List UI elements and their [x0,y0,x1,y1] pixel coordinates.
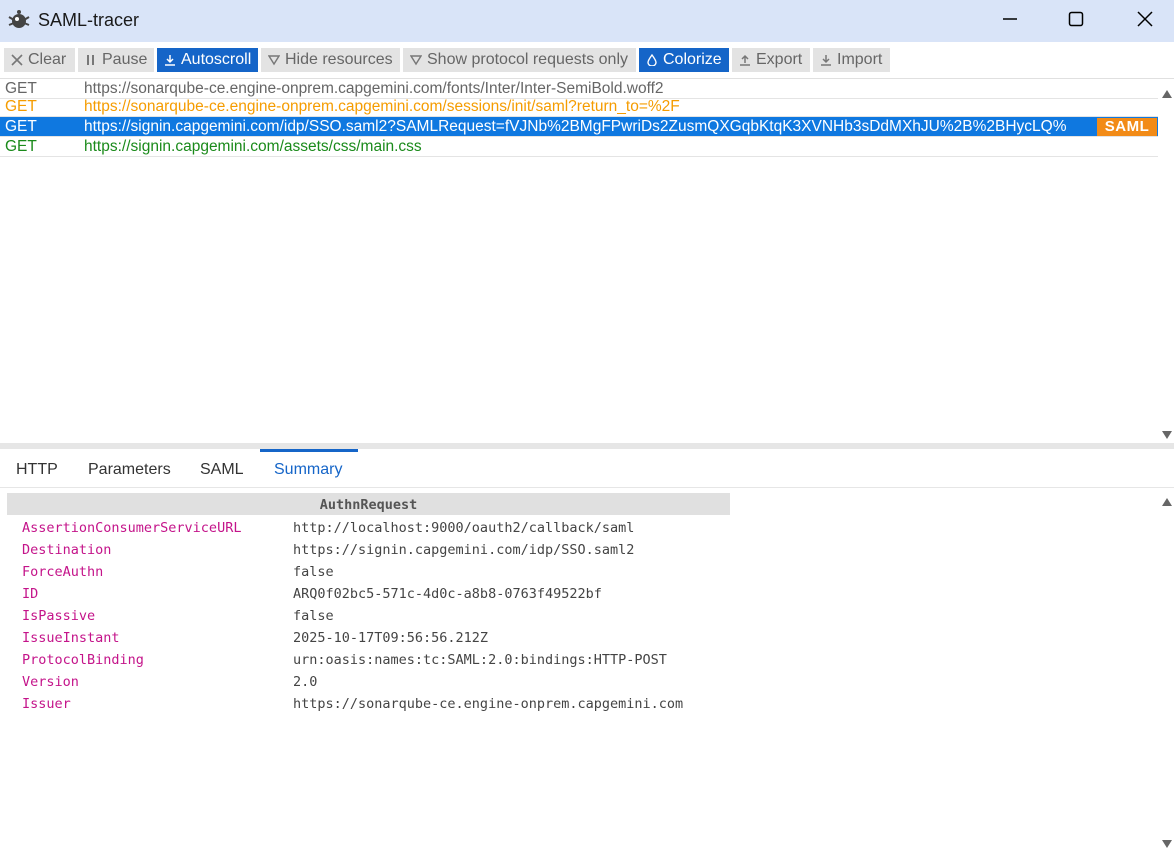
summary-header: AuthnRequest [7,493,730,515]
request-row[interactable]: GET https://signin.capgemini.com/assets/… [0,137,1158,157]
tracer-logo-icon [6,9,32,31]
request-url: https://signin.capgemini.com/assets/css/… [84,138,422,155]
summary-key: IsPassive [22,608,96,624]
close-button[interactable] [1122,0,1168,42]
filter-icon [409,53,423,67]
hide-resources-button[interactable]: Hide resources [261,48,400,72]
summary-value: http://localhost:9000/oauth2/callback/sa… [293,520,635,536]
title-bar: SAML-tracer [0,0,1174,42]
scroll-down-icon[interactable] [1161,836,1173,848]
filter-icon [267,53,281,67]
request-method: GET [5,138,37,155]
summary-value: https://signin.capgemini.com/idp/SSO.sam… [293,542,635,558]
toolbar: Clear Pause Autoscroll Hide resources Sh… [0,42,1174,79]
summary-key: IssueInstant [22,630,120,646]
maximize-button[interactable] [1053,0,1099,42]
pause-icon [84,53,98,67]
minimize-button[interactable] [987,0,1033,42]
download-icon [163,53,177,67]
request-row-selected[interactable]: GET https://signin.capgemini.com/idp/SSO… [0,117,1158,137]
summary-key: ForceAuthn [22,564,104,580]
summary-key: ProtocolBinding [22,652,144,668]
summary-key: Issuer [22,696,71,712]
autoscroll-button[interactable]: Autoscroll [157,48,258,72]
scroll-down-icon[interactable] [1161,427,1173,439]
clear-button[interactable]: Clear [4,48,75,72]
detail-tabs: HTTP Parameters SAML Summary [0,449,1174,488]
tab-parameters[interactable]: Parameters [74,449,185,487]
request-method: GET [5,118,37,135]
summary-value: https://sonarqube-ce.engine-onprem.capge… [293,696,684,712]
export-button[interactable]: Export [732,48,810,72]
summary-value: false [293,564,334,580]
show-protocol-requests-button[interactable]: Show protocol requests only [403,48,636,72]
request-method: GET [5,80,37,97]
saml-badge: SAML [1097,118,1157,136]
summary-key: Destination [22,542,112,558]
x-icon [10,53,24,67]
summary-value: ARQ0f02bc5-571c-4d0c-a8b8-0763f49522bf [293,586,602,602]
tab-summary[interactable]: Summary [260,449,358,487]
scroll-up-icon[interactable] [1161,494,1173,506]
request-list: GET https://sonarqube-ce.engine-onprem.c… [0,79,1158,443]
summary-value: urn:oasis:names:tc:SAML:2.0:bindings:HTT… [293,652,667,668]
drop-icon [645,53,659,67]
tab-http[interactable]: HTTP [2,449,72,487]
download-icon [819,53,833,67]
tab-saml[interactable]: SAML [186,449,258,487]
colorize-button[interactable]: Colorize [639,48,729,72]
scroll-up-icon[interactable] [1161,86,1173,98]
maximize-icon [1068,11,1084,32]
summary-panel: AuthnRequest AssertionConsumerServiceURL… [0,488,1158,850]
request-url: https://sonarqube-ce.engine-onprem.capge… [84,98,680,115]
summary-key: ID [22,586,39,602]
request-method: GET [5,98,37,115]
import-button[interactable]: Import [813,48,890,72]
close-icon [1137,10,1153,32]
summary-key: AssertionConsumerServiceURL [22,520,242,536]
request-url: https://signin.capgemini.com/idp/SSO.sam… [84,118,1067,135]
upload-icon [738,53,752,67]
window-title: SAML-tracer [38,10,140,30]
pause-button[interactable]: Pause [78,48,154,72]
minimize-icon [1002,11,1018,32]
request-row[interactable]: GET https://sonarqube-ce.engine-onprem.c… [0,97,1158,117]
summary-value: 2.0 [293,674,318,690]
summary-key: Version [22,674,79,690]
request-row[interactable]: GET https://sonarqube-ce.engine-onprem.c… [0,79,1158,99]
summary-value: false [293,608,334,624]
request-url: https://sonarqube-ce.engine-onprem.capge… [84,80,664,97]
summary-value: 2025-10-17T09:56:56.212Z [293,630,489,646]
